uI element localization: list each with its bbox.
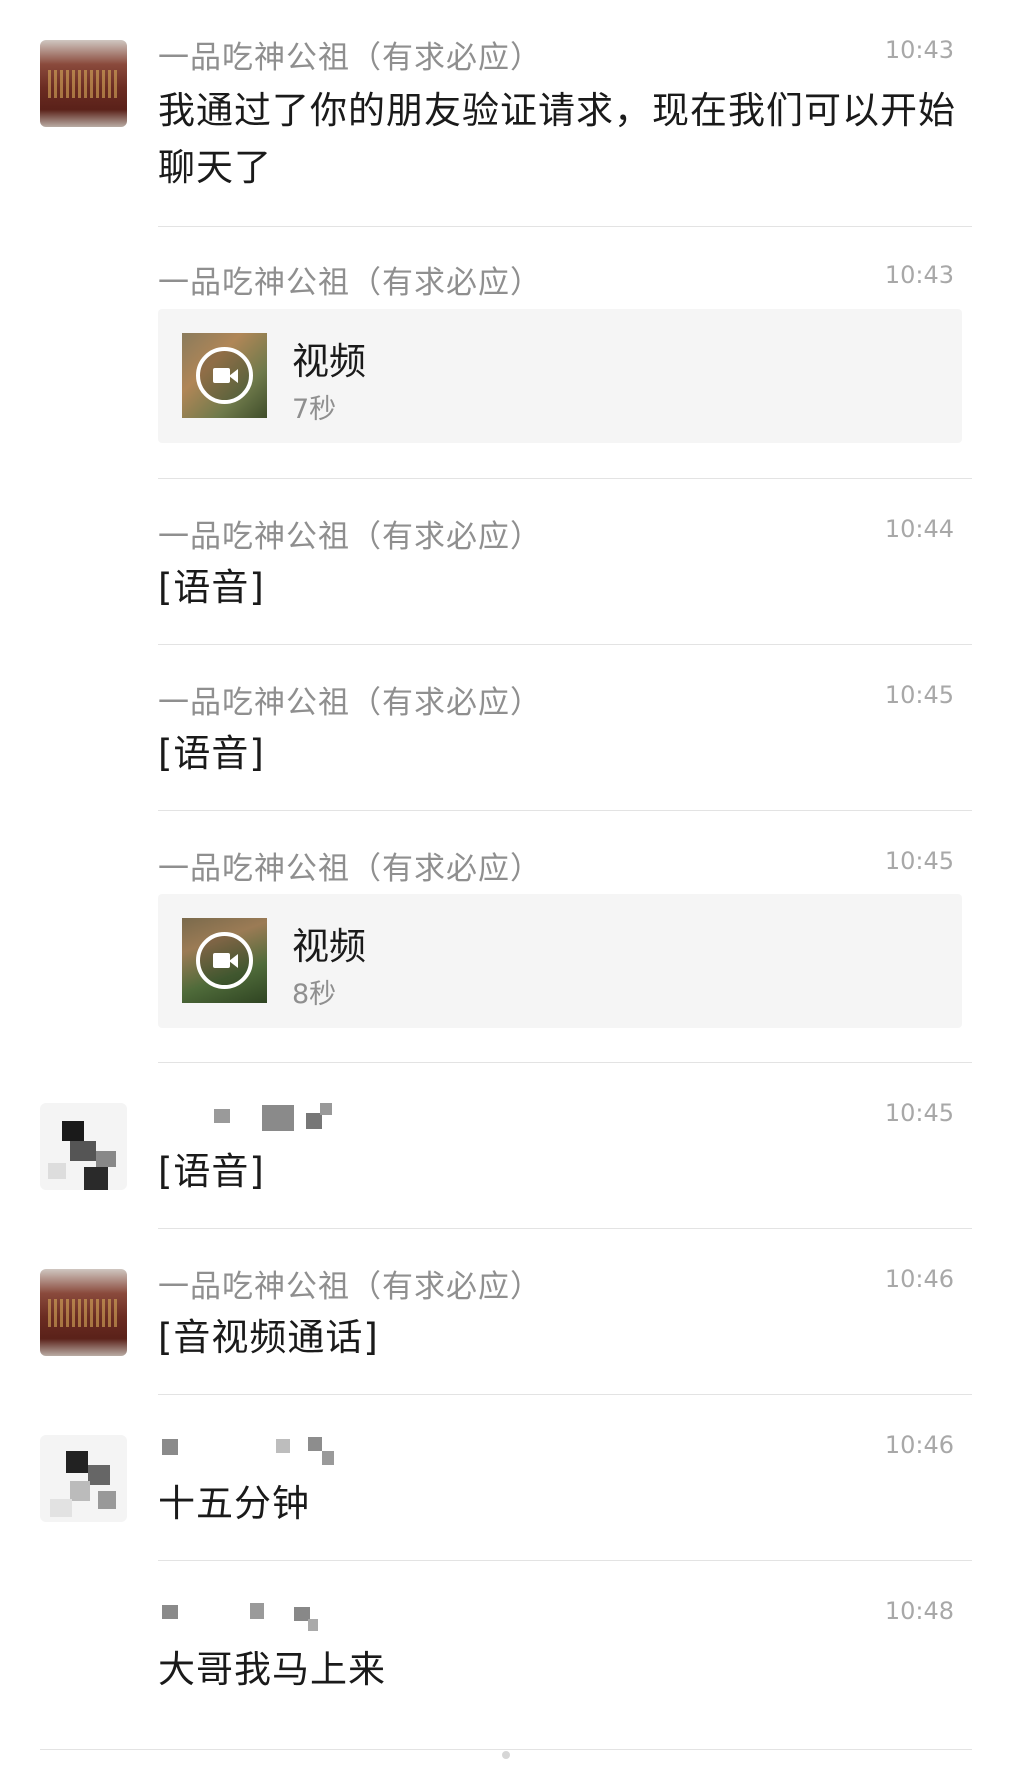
message-time: 10:43 [884, 261, 954, 289]
scroll-indicator-dot [502, 1751, 510, 1759]
message-content: 一品吃神公祖（有求必应） 10:43 视频 7秒 [158, 227, 972, 479]
message-content: 一品吃神公祖（有求必应） 10:46 [音视频通话] [158, 1229, 972, 1395]
avatar[interactable] [40, 1103, 127, 1190]
message-item[interactable]: 一品吃神公祖（有求必应） 10:43 视频 7秒 [0, 227, 1012, 479]
message-time: 10:45 [884, 1099, 954, 1127]
message-item[interactable]: 10:45 [语音] [0, 1063, 1012, 1229]
message-content: 一品吃神公祖（有求必应） 10:43 我通过了你的朋友验证请求，现在我们可以开始… [158, 0, 972, 225]
avatar[interactable] [40, 1435, 127, 1522]
message-text: 我通过了你的朋友验证请求，现在我们可以开始聊天了 [158, 89, 956, 189]
message-item[interactable]: 一品吃神公祖（有求必应） 10:46 [音视频通话] [0, 1229, 1012, 1395]
avatar[interactable] [40, 40, 127, 127]
message-time: 10:46 [884, 1265, 954, 1293]
message-text: [音视频通话] [158, 1316, 379, 1359]
message-time: 10:45 [884, 847, 954, 875]
message-item[interactable]: 10:46 十五分钟 [0, 1395, 1012, 1561]
sender-name: 一品吃神公祖（有求必应） [158, 1269, 542, 1305]
message-content: 一品吃神公祖（有求必应） 10:44 [语音] [158, 479, 972, 645]
message-item[interactable]: 一品吃神公祖（有求必应） 10:45 视频 8秒 [0, 811, 1012, 1063]
sender-name: 一品吃神公祖（有求必应） [158, 40, 542, 76]
message-text: [语音] [158, 1150, 265, 1193]
message-item[interactable]: 10:48 大哥我马上来 [0, 1561, 1012, 1749]
chat-history-list: 一品吃神公祖（有求必应） 10:43 我通过了你的朋友验证请求，现在我们可以开始… [0, 0, 1012, 1775]
video-title: 视频 [292, 340, 366, 383]
message-item[interactable]: 一品吃神公祖（有求必应） 10:45 [语音] [0, 645, 1012, 811]
message-content: 一品吃神公祖（有求必应） 10:45 [语音] [158, 645, 972, 811]
sender-name-redacted [158, 1101, 358, 1135]
message-time: 10:43 [884, 36, 954, 64]
message-content: 10:46 十五分钟 [158, 1395, 972, 1561]
message-text: [语音] [158, 732, 265, 775]
sender-name: 一品吃神公祖（有求必应） [158, 519, 542, 555]
message-text: 大哥我马上来 [158, 1648, 386, 1691]
avatar[interactable] [40, 1269, 127, 1356]
sender-name: 一品吃神公祖（有求必应） [158, 265, 542, 301]
video-camera-play-icon [196, 932, 253, 989]
message-time: 10:48 [884, 1597, 954, 1625]
message-text: [语音] [158, 566, 265, 609]
sender-name: 一品吃神公祖（有求必应） [158, 685, 542, 721]
message-content: 一品吃神公祖（有求必应） 10:45 视频 8秒 [158, 811, 972, 1063]
message-item[interactable]: 一品吃神公祖（有求必应） 10:43 我通过了你的朋友验证请求，现在我们可以开始… [0, 0, 1012, 225]
message-content: 10:45 [语音] [158, 1063, 972, 1229]
divider [40, 1749, 972, 1750]
sender-name: 一品吃神公祖（有求必应） [158, 851, 542, 887]
video-camera-play-icon [196, 347, 253, 404]
sender-name-redacted [158, 1433, 358, 1467]
video-duration: 7秒 [292, 394, 337, 425]
sender-name-redacted [158, 1599, 358, 1633]
video-thumbnail[interactable] [182, 333, 267, 418]
video-title: 视频 [292, 925, 366, 968]
message-time: 10:46 [884, 1431, 954, 1459]
message-time: 10:45 [884, 681, 954, 709]
video-thumbnail[interactable] [182, 918, 267, 1003]
video-card[interactable]: 视频 7秒 [158, 309, 962, 443]
message-item[interactable]: 一品吃神公祖（有求必应） 10:44 [语音] [0, 479, 1012, 645]
avatar-decoration [48, 1299, 120, 1327]
message-time: 10:44 [884, 515, 954, 543]
avatar-decoration [48, 70, 120, 98]
video-duration: 8秒 [292, 979, 337, 1010]
message-content: 10:48 大哥我马上来 [158, 1561, 972, 1749]
video-card[interactable]: 视频 8秒 [158, 894, 962, 1028]
message-text: 十五分钟 [158, 1482, 310, 1525]
